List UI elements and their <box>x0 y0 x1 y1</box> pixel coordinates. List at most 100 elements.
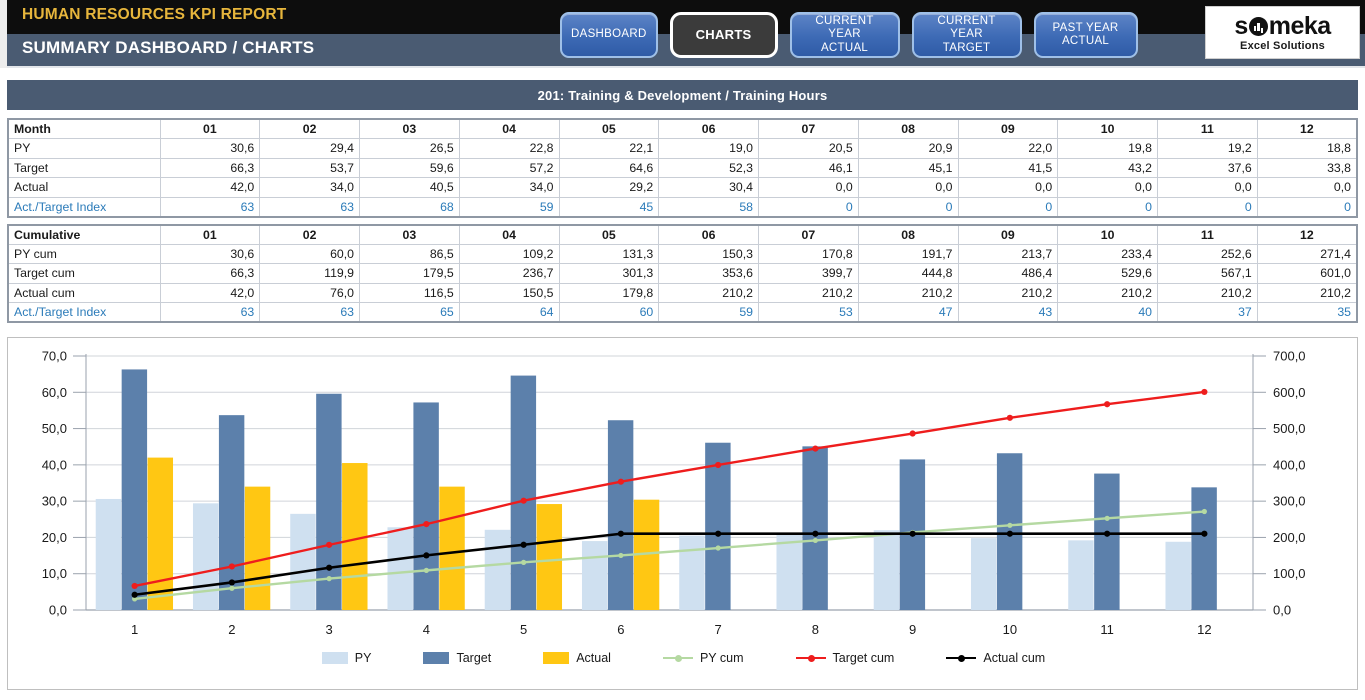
cumulative-cell: 210,2 <box>1256 282 1358 303</box>
legend-item-target-cum[interactable]: Target cum <box>795 651 895 665</box>
cumulative-cell: 301,3 <box>558 263 660 284</box>
logo-wordmark: s meka <box>1234 11 1331 40</box>
cumulative-cell: 210,2 <box>957 282 1059 303</box>
kpi-tables: Month 01 02 03 04 05 06 07 08 09 10 11 12 PY 30,6 29,4 2… <box>7 118 1358 323</box>
cumulative-cell: 40 <box>1057 302 1158 323</box>
chart-bar-py <box>290 513 316 610</box>
cumulative-cell: 150,5 <box>458 282 560 303</box>
monthly-cell: 58 <box>658 196 759 218</box>
monthly-cell: 63 <box>259 196 360 218</box>
legend-item-actual-cum[interactable]: Actual cum <box>946 651 1045 665</box>
cumulative-cell: 236,7 <box>458 263 560 284</box>
chart-x-tick-label: 4 <box>423 622 430 637</box>
chart-x-tick-label: 2 <box>228 622 235 637</box>
cumulative-cell: 47 <box>857 302 959 323</box>
monthly-col-header-10: 10 <box>1057 118 1158 139</box>
cumulative-cell: 170,8 <box>758 243 859 264</box>
legend-item-target[interactable]: Target <box>423 651 491 665</box>
cumulative-col-header-6: 06 <box>658 223 759 245</box>
cumulative-table: Cumulative 01 02 03 04 05 06 07 08 09 10 11 12 PY cum… <box>7 223 1358 323</box>
cumulative-cell: 529,6 <box>1057 263 1158 284</box>
cumulative-col-header-11: 11 <box>1157 223 1258 245</box>
chart-marker-actual-cum <box>715 530 722 537</box>
nav-button-current-year-target[interactable]: CURRENT YEAR TARGET <box>911 12 1022 58</box>
cumulative-cell: 131,3 <box>558 243 660 264</box>
monthly-cell: 57,2 <box>458 157 560 178</box>
legend-label-target-cum: Target cum <box>832 651 895 665</box>
monthly-cell: 20,9 <box>857 138 959 159</box>
legend-label-actual: Actual <box>576 651 611 665</box>
chart-marker-py-cum <box>1104 515 1110 521</box>
cumulative-row: Target cum 66,3 119,9 179,5 236,7 301,3 353,6 3… <box>7 263 1358 284</box>
monthly-cell: 64,6 <box>558 157 660 178</box>
cumulative-cell: 59 <box>658 302 759 323</box>
monthly-cell: 34,0 <box>458 177 560 198</box>
monthly-cell: 0 <box>1256 196 1358 218</box>
chart-bar-target <box>1191 487 1217 610</box>
cumulative-cell: 119,9 <box>259 263 360 284</box>
cumulative-cell: 76,0 <box>259 282 360 303</box>
monthly-cell: 66,3 <box>159 157 261 178</box>
cumulative-cell: 271,4 <box>1256 243 1358 264</box>
chart-x-tick-label: 5 <box>520 622 527 637</box>
monthly-cell: 19,2 <box>1157 138 1258 159</box>
cumulative-col-header-10: 10 <box>1057 223 1158 245</box>
monthly-col-header-5: 05 <box>558 118 660 139</box>
chart-bar-py <box>1068 540 1094 610</box>
chart-y-left-tick-label: 0,0 <box>49 603 67 618</box>
monthly-col-header-2: 02 <box>259 118 360 139</box>
cumulative-cell: 210,2 <box>857 282 959 303</box>
banner-bottom-edge <box>0 66 1365 68</box>
monthly-col-header-8: 08 <box>857 118 959 139</box>
chart-marker-actual-cum <box>1104 530 1111 537</box>
chart-marker-py-cum <box>229 585 235 591</box>
chart-marker-target-cum <box>715 461 722 469</box>
chart-y-right-tick-label: 700,0 <box>1273 349 1306 364</box>
legend-item-actual[interactable]: Actual <box>543 651 611 665</box>
cumulative-cell: 210,2 <box>1057 282 1158 303</box>
legend-item-py[interactable]: PY <box>321 651 371 665</box>
monthly-cell: 22,1 <box>558 138 660 159</box>
chart-marker-actual-cum <box>131 591 138 598</box>
nav-button-current-year-actual[interactable]: CURRENT YEAR ACTUAL <box>789 12 900 58</box>
chart-marker-actual-cum <box>909 530 916 537</box>
chart-marker-actual-cum <box>1201 530 1208 537</box>
chart-bar-py <box>95 498 122 610</box>
nav-button-past-year-actual[interactable]: PAST YEAR ACTUAL <box>1033 12 1138 58</box>
monthly-cell: 52,3 <box>658 157 759 178</box>
monthly-cell: 46,1 <box>758 157 859 178</box>
cumulative-cell: 37 <box>1157 302 1258 323</box>
logo-tagline: Excel Solutions <box>1240 39 1325 52</box>
legend-label-target: Target <box>456 651 492 665</box>
legend-line-py-cum <box>662 652 693 664</box>
cumulative-col-header-5: 05 <box>558 223 660 245</box>
cumulative-cell: 210,2 <box>1157 282 1258 303</box>
logo-word-suffix: meka <box>1268 11 1331 40</box>
chart-marker-actual-cum <box>617 530 624 537</box>
nav-button-charts[interactable]: CHARTS <box>669 12 778 58</box>
cumulative-cell: 179,8 <box>558 282 660 303</box>
monthly-row-label-4: Act./Target Index <box>7 196 161 218</box>
cumulative-header-row: Cumulative 01 02 03 04 05 06 07 08 09 10 11 12 <box>7 223 1358 245</box>
monthly-col-header-3: 03 <box>359 118 460 139</box>
cumulative-cell: 601,0 <box>1256 263 1358 284</box>
chart-marker-target-cum <box>617 478 624 485</box>
nav-button-dashboard[interactable]: DASHBOARD <box>560 12 658 58</box>
logo-chart-bubble-icon <box>1248 16 1268 36</box>
cumulative-cell: 252,6 <box>1157 243 1258 264</box>
legend-swatch-actual <box>543 652 570 664</box>
monthly-cell: 0,0 <box>758 177 859 198</box>
chart-x-tick-label: 7 <box>715 622 722 637</box>
monthly-row: Actual 42,0 34,0 40,5 34,0 29,2 30,4 0,0 0,0 0,0 0… <box>7 177 1358 198</box>
chart-y-right-tick-label: 300,0 <box>1273 494 1306 509</box>
chart-marker-target-cum <box>1006 414 1013 421</box>
nav-button-current-year-target-line2: TARGET <box>942 41 991 54</box>
cumulative-cell: 567,1 <box>1157 263 1258 284</box>
legend-label-actual-cum: Actual cum <box>983 651 1046 665</box>
report-title: HUMAN RESOURCES KPI REPORT <box>22 6 287 23</box>
cumulative-cell: 30,6 <box>159 243 261 264</box>
cumulative-cell: 60,0 <box>259 243 360 264</box>
chart-bar-target <box>121 369 148 610</box>
monthly-cell: 0,0 <box>957 177 1059 198</box>
legend-item-py-cum[interactable]: PY cum <box>662 651 744 665</box>
